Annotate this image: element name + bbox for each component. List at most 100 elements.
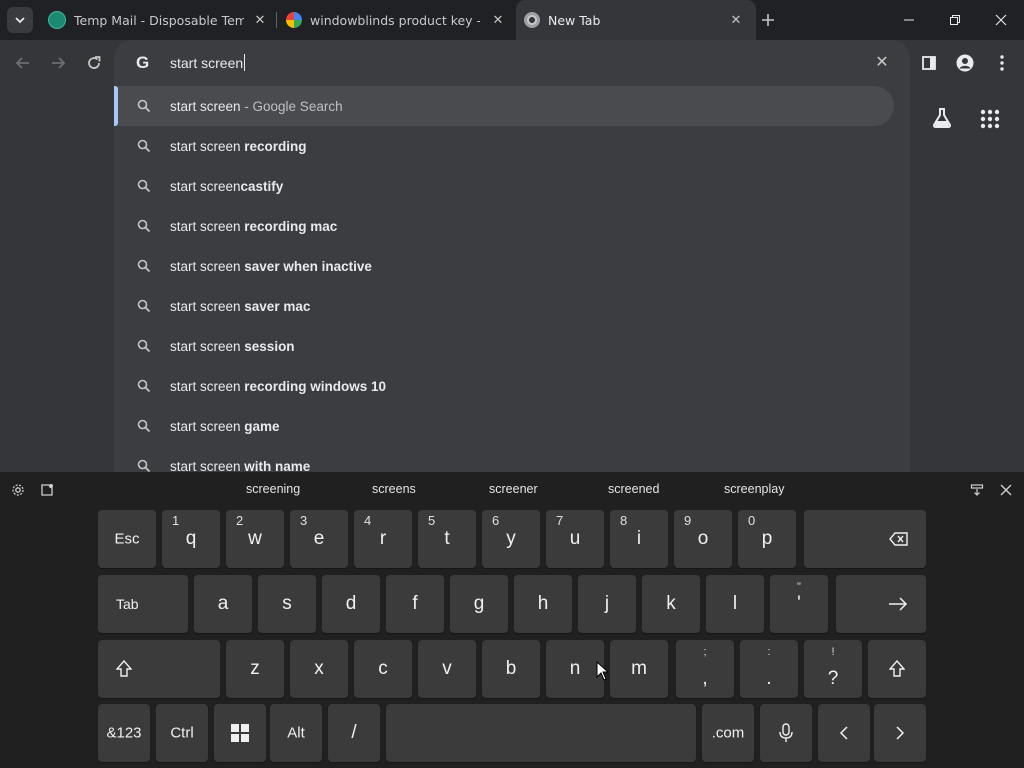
- profile-button[interactable]: [950, 48, 980, 78]
- suggestion-prefix: start screen: [170, 458, 245, 473]
- minimize-button[interactable]: [886, 0, 932, 40]
- suggestion-item[interactable]: start screen game: [114, 406, 894, 446]
- key-a[interactable]: a: [194, 575, 252, 633]
- keyboard-dock-icon[interactable]: [969, 482, 985, 498]
- key-v[interactable]: v: [418, 640, 476, 698]
- key-period[interactable]: :.: [740, 640, 798, 698]
- key-u[interactable]: 7u: [546, 510, 604, 568]
- tab-google-search[interactable]: windowblinds product key - Go ✕: [278, 0, 518, 40]
- key-r[interactable]: 4r: [354, 510, 412, 568]
- sticker-icon[interactable]: [39, 482, 55, 498]
- key-comma[interactable]: ;,: [676, 640, 734, 698]
- suggestion-item[interactable]: start screen recording windows 10: [114, 366, 894, 406]
- forward-button[interactable]: [43, 48, 73, 78]
- key-p[interactable]: 0p: [738, 510, 796, 568]
- key-symbols[interactable]: &123: [98, 704, 150, 762]
- suggestion-item[interactable]: start screen with name: [114, 446, 894, 472]
- suggestion-item[interactable]: start screen saver mac: [114, 286, 894, 326]
- key-j[interactable]: j: [578, 575, 636, 633]
- key-z[interactable]: z: [226, 640, 284, 698]
- labs-flask-icon[interactable]: [930, 106, 954, 130]
- restore-button[interactable]: [932, 0, 978, 40]
- key-shift-left[interactable]: [98, 640, 220, 698]
- key-shift-right[interactable]: [868, 640, 926, 698]
- omnibox[interactable]: G start screen ✕: [114, 40, 910, 86]
- search-icon: [137, 459, 151, 472]
- key-ctrl[interactable]: Ctrl: [156, 704, 208, 762]
- key-esc[interactable]: Esc: [98, 510, 156, 568]
- key-dotcom[interactable]: .com: [702, 704, 754, 762]
- key-o[interactable]: 9o: [674, 510, 732, 568]
- key-label: g: [473, 593, 485, 614]
- suggestion-prefix: start screen: [170, 98, 241, 114]
- suggestion-completion: castify: [240, 178, 284, 194]
- key-y[interactable]: 6y: [482, 510, 540, 568]
- key-l[interactable]: l: [706, 575, 764, 633]
- key-enter[interactable]: [836, 575, 926, 633]
- close-tab-icon[interactable]: ✕: [252, 12, 268, 28]
- key-right-arrow[interactable]: [874, 704, 926, 762]
- key-m[interactable]: m: [610, 640, 668, 698]
- key-e[interactable]: 3e: [290, 510, 348, 568]
- side-panel-button[interactable]: [914, 48, 944, 78]
- arrow-left-icon: [15, 57, 29, 69]
- key-tab[interactable]: Tab: [98, 575, 188, 633]
- search-icon: [137, 299, 151, 313]
- menu-button[interactable]: [987, 48, 1017, 78]
- key-slash[interactable]: /: [328, 704, 380, 762]
- suggestion-prefix: start screen: [170, 178, 241, 194]
- suggestion-item[interactable]: start screencastify: [114, 166, 894, 206]
- key-question[interactable]: !?: [804, 640, 862, 698]
- key-number: 7: [556, 513, 564, 528]
- key-s[interactable]: s: [258, 575, 316, 633]
- key-g[interactable]: g: [450, 575, 508, 633]
- candidate-word[interactable]: screening: [246, 482, 300, 496]
- key-space[interactable]: [386, 704, 696, 762]
- key-number: 0: [748, 513, 756, 528]
- keyboard-close-icon[interactable]: [998, 482, 1014, 498]
- key-b[interactable]: b: [482, 640, 540, 698]
- candidate-word[interactable]: screenplay: [724, 482, 784, 496]
- key-x[interactable]: x: [290, 640, 348, 698]
- suggestion-item[interactable]: start screen recording: [114, 126, 894, 166]
- key-quote[interactable]: " ': [770, 575, 828, 633]
- reload-button[interactable]: [79, 48, 109, 78]
- key-c[interactable]: c: [354, 640, 412, 698]
- suggestion-item[interactable]: start screen recording mac: [114, 206, 894, 246]
- close-tab-icon[interactable]: ✕: [728, 12, 744, 28]
- key-w[interactable]: 2w: [226, 510, 284, 568]
- tab-search-button[interactable]: [7, 7, 33, 33]
- key-t[interactable]: 5t: [418, 510, 476, 568]
- suggestion-text: start screen game: [170, 419, 280, 434]
- key-k[interactable]: k: [642, 575, 700, 633]
- key-windows[interactable]: [214, 704, 266, 762]
- key-i[interactable]: 8i: [610, 510, 668, 568]
- key-q[interactable]: 1q: [162, 510, 220, 568]
- tab-temp-mail[interactable]: Temp Mail - Disposable Tempor ✕: [40, 0, 280, 40]
- new-tab-button[interactable]: [758, 10, 778, 30]
- clear-input-icon[interactable]: ✕: [874, 54, 890, 70]
- key-f[interactable]: f: [386, 575, 444, 633]
- key-label: w: [248, 528, 262, 549]
- key-d[interactable]: d: [322, 575, 380, 633]
- key-backspace[interactable]: [804, 510, 926, 568]
- suggestion-prefix: start screen: [170, 138, 245, 154]
- omnibox-input[interactable]: start screen: [170, 54, 246, 71]
- candidate-word[interactable]: screener: [489, 482, 538, 496]
- key-left-arrow[interactable]: [818, 704, 870, 762]
- suggestion-text: start screen recording mac: [170, 219, 337, 234]
- candidate-word[interactable]: screened: [608, 482, 659, 496]
- close-window-button[interactable]: [978, 0, 1024, 40]
- key-alt[interactable]: Alt: [270, 704, 322, 762]
- back-button[interactable]: [8, 48, 38, 78]
- key-h[interactable]: h: [514, 575, 572, 633]
- key-microphone[interactable]: [760, 704, 812, 762]
- tab-new-tab[interactable]: New Tab ✕: [516, 0, 756, 40]
- suggestion-item[interactable]: start screen session: [114, 326, 894, 366]
- suggestion-item[interactable]: start screen saver when inactive: [114, 246, 894, 286]
- google-apps-icon[interactable]: [980, 109, 1000, 129]
- candidate-word[interactable]: screens: [372, 482, 416, 496]
- close-tab-icon[interactable]: ✕: [490, 12, 506, 28]
- settings-gear-icon[interactable]: [10, 482, 26, 498]
- suggestion-item[interactable]: start screen - Google Search: [114, 86, 894, 126]
